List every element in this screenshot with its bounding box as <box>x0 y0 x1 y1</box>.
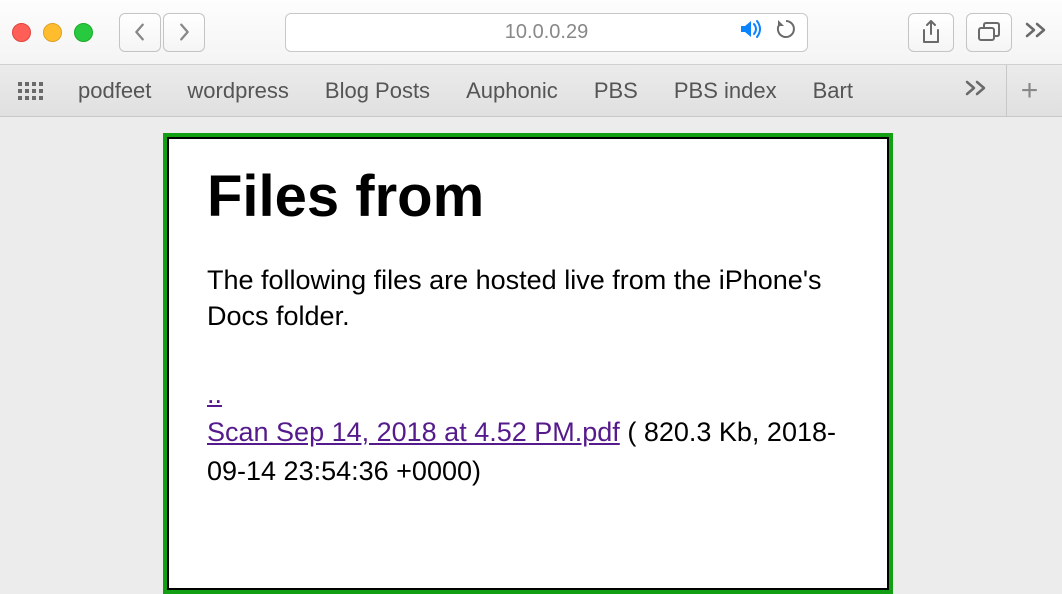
file-size: 820.3 Kb <box>644 417 752 447</box>
reload-button[interactable] <box>775 18 797 46</box>
bookmark-podfeet[interactable]: podfeet <box>60 78 169 104</box>
bookmark-blog-posts[interactable]: Blog Posts <box>307 78 448 104</box>
chevron-double-right-icon <box>1024 21 1050 39</box>
address-bar-icons <box>739 18 797 46</box>
share-icon <box>921 20 941 44</box>
bookmark-bart[interactable]: Bart <box>795 78 871 104</box>
back-button[interactable] <box>119 13 161 52</box>
bookmarks-bar: podfeet wordpress Blog Posts Auphonic PB… <box>0 65 1062 117</box>
content-area: Files from The following files are hoste… <box>0 117 1062 594</box>
overflow-button[interactable] <box>1024 21 1050 44</box>
bookmark-wordpress[interactable]: wordpress <box>169 78 306 104</box>
grid-icon <box>18 82 43 100</box>
sidebar-toggle-button[interactable] <box>10 82 50 100</box>
plus-icon: + <box>1021 74 1039 108</box>
browser-toolbar: 10.0.0.29 <box>0 0 1062 65</box>
close-window-button[interactable] <box>12 23 31 42</box>
tabs-icon <box>977 22 1001 42</box>
minimize-window-button[interactable] <box>43 23 62 42</box>
chevron-right-icon <box>176 21 192 43</box>
new-tab-button[interactable]: + <box>1006 65 1052 117</box>
forward-button[interactable] <box>163 13 205 52</box>
share-button[interactable] <box>908 13 954 52</box>
toolbar-right <box>908 13 1050 52</box>
chevron-double-right-icon <box>964 79 990 97</box>
sound-icon[interactable] <box>739 19 765 45</box>
address-text: 10.0.0.29 <box>505 21 588 44</box>
navigation-buttons <box>119 13 205 52</box>
maximize-window-button[interactable] <box>74 23 93 42</box>
address-bar[interactable]: 10.0.0.29 <box>285 13 808 52</box>
parent-dir-link[interactable]: .. <box>207 379 222 409</box>
page-description: The following files are hosted live from… <box>207 262 849 335</box>
window-controls <box>12 23 93 42</box>
bookmark-pbs[interactable]: PBS <box>576 78 656 104</box>
chevron-left-icon <box>132 21 148 43</box>
page-body: Files from The following files are hoste… <box>163 133 893 594</box>
bookmark-auphonic[interactable]: Auphonic <box>448 78 576 104</box>
bookmarks-overflow-button[interactable] <box>948 79 1006 102</box>
tabs-button[interactable] <box>966 13 1012 52</box>
bookmark-pbs-index[interactable]: PBS index <box>656 78 795 104</box>
file-link[interactable]: Scan Sep 14, 2018 at 4.52 PM.pdf <box>207 417 620 447</box>
file-list: .. Scan Sep 14, 2018 at 4.52 PM.pdf ( 82… <box>207 375 849 490</box>
page-title: Files from <box>207 163 849 230</box>
